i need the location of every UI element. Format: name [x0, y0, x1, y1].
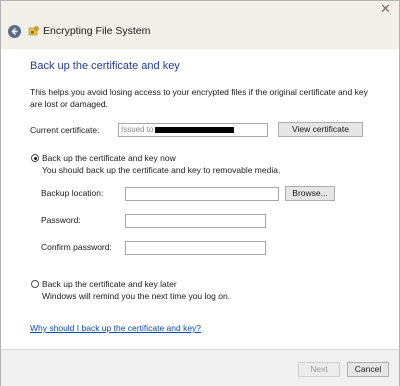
- certificate-issued-to-prefix: Issued to: [121, 125, 154, 134]
- window-title: Encrypting File System: [43, 25, 151, 37]
- confirm-password-label: Confirm password:: [41, 242, 112, 252]
- backup-now-label[interactable]: Back up the certificate and key now: [42, 153, 176, 163]
- wizard-content: Back up the certificate and key This hel…: [1, 49, 399, 349]
- backup-now-radio[interactable]: [31, 154, 39, 162]
- back-arrow-icon[interactable]: [8, 25, 21, 38]
- cancel-button[interactable]: Cancel: [347, 362, 389, 377]
- why-backup-link[interactable]: Why should I back up the certificate and…: [30, 323, 201, 333]
- password-label: Password:: [41, 215, 81, 225]
- page-heading: Back up the certificate and key: [30, 60, 180, 72]
- next-button[interactable]: Next: [298, 362, 340, 377]
- current-certificate-field: Issued to: [118, 123, 268, 137]
- current-certificate-label: Current certificate:: [30, 125, 100, 135]
- efs-dialog-window: Encrypting File System ✕ Back up the cer…: [0, 0, 400, 386]
- backup-later-label[interactable]: Back up the certificate and key later: [42, 279, 177, 289]
- backup-location-label: Backup location:: [41, 188, 104, 198]
- efs-key-icon: [28, 25, 40, 37]
- title-bar: Encrypting File System ✕: [1, 1, 399, 49]
- page-description: This helps you avoid losing access to yo…: [30, 87, 368, 109]
- backup-location-input[interactable]: [125, 187, 279, 201]
- backup-later-radio[interactable]: [31, 280, 39, 288]
- redacted-certificate-name: [155, 127, 234, 133]
- backup-now-subtext: You should back up the certificate and k…: [42, 165, 281, 175]
- confirm-password-input[interactable]: [125, 241, 266, 255]
- browse-button[interactable]: Browse...: [285, 186, 335, 201]
- password-input[interactable]: [125, 214, 266, 228]
- close-icon[interactable]: ✕: [372, 1, 399, 18]
- backup-later-subtext: Windows will remind you the next time yo…: [42, 291, 231, 301]
- dialog-footer: Next Cancel: [1, 349, 399, 386]
- view-certificate-button[interactable]: View certificate: [278, 122, 363, 137]
